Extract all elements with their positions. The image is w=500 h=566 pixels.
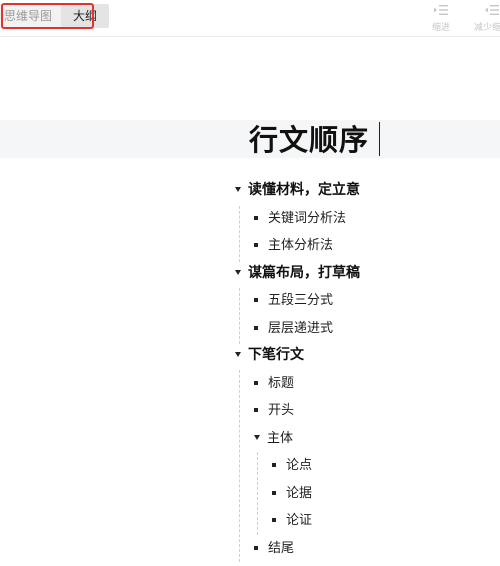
bullet-icon xyxy=(254,297,258,302)
toolbar: 思维导图 大纲 缩进 减少缩进 xyxy=(0,0,500,37)
collapse-triangle-icon[interactable] xyxy=(254,435,260,440)
tab-mind-map[interactable]: 思维导图 xyxy=(0,4,61,28)
bullet-icon xyxy=(254,215,258,220)
bullet-icon xyxy=(254,242,258,247)
indent-guide xyxy=(239,206,240,262)
outline-node[interactable]: 论点 xyxy=(272,452,312,479)
indent-guide xyxy=(257,452,258,535)
bullet-icon xyxy=(272,517,276,522)
bullet-icon xyxy=(272,490,276,495)
outline-node[interactable]: 开头 xyxy=(254,397,294,424)
outline-node-label: 读懂材料，定立意 xyxy=(248,182,360,198)
outdent-button[interactable]: 减少缩进 xyxy=(470,2,500,33)
outline-node[interactable]: 论据 xyxy=(272,480,312,507)
bullet-icon xyxy=(272,462,276,467)
document-title[interactable]: 行文顺序 xyxy=(249,120,369,158)
indent-button[interactable]: 缩进 xyxy=(419,2,463,33)
collapse-triangle-icon[interactable] xyxy=(235,269,241,275)
outline-node-label: 论证 xyxy=(286,513,313,528)
outline-node[interactable]: 谋篇布局，打草稿 xyxy=(235,260,360,287)
outline-node[interactable]: 论证 xyxy=(272,507,312,534)
outline-node[interactable]: 结尾 xyxy=(254,535,294,562)
outline-node[interactable]: 五段三分式 xyxy=(254,287,333,314)
outline-node[interactable]: 读懂材料，定立意 xyxy=(235,177,360,204)
outline-node[interactable]: 下笔行文 xyxy=(235,342,304,369)
indent-guide xyxy=(239,288,240,344)
view-mode-toggle: 思维导图 大纲 xyxy=(0,4,110,28)
outline-node-label: 五段三分式 xyxy=(268,293,334,308)
outdent-label: 减少缩进 xyxy=(473,23,500,33)
collapse-triangle-icon[interactable] xyxy=(235,351,241,357)
outline-node-label: 谋篇布局，打草稿 xyxy=(248,265,360,281)
tab-outline[interactable]: 大纲 xyxy=(61,4,110,28)
outdent-icon xyxy=(470,2,500,18)
bullet-icon xyxy=(254,325,258,330)
outline-node-label: 论据 xyxy=(286,486,313,501)
outline-node-label: 关键词分析法 xyxy=(268,211,347,226)
indent-guide xyxy=(239,370,240,562)
outline-node-label: 结尾 xyxy=(268,541,295,556)
outline-node-label: 主体分析法 xyxy=(268,238,334,253)
outline-node[interactable]: 主体 xyxy=(254,425,293,452)
outline-node-label: 论点 xyxy=(286,458,313,473)
bullet-icon xyxy=(254,380,258,385)
indent-label: 缩进 xyxy=(431,23,450,33)
outline-node[interactable]: 关键词分析法 xyxy=(254,205,346,232)
outline-node[interactable]: 主体分析法 xyxy=(254,232,333,259)
indent-icon xyxy=(419,2,463,18)
bullet-icon xyxy=(254,545,258,550)
outline-node[interactable]: 层层递进式 xyxy=(254,315,333,342)
outline-node-label: 下笔行文 xyxy=(248,347,304,363)
outline-node-label: 层层递进式 xyxy=(268,321,334,336)
outline-node[interactable]: 标题 xyxy=(254,370,294,397)
outline-node-label: 开头 xyxy=(268,403,295,418)
bullet-icon xyxy=(254,407,258,412)
text-cursor xyxy=(379,122,380,156)
outline-node-label: 主体 xyxy=(267,431,294,446)
collapse-triangle-icon[interactable] xyxy=(235,186,241,192)
outline-node-label: 标题 xyxy=(268,376,295,391)
